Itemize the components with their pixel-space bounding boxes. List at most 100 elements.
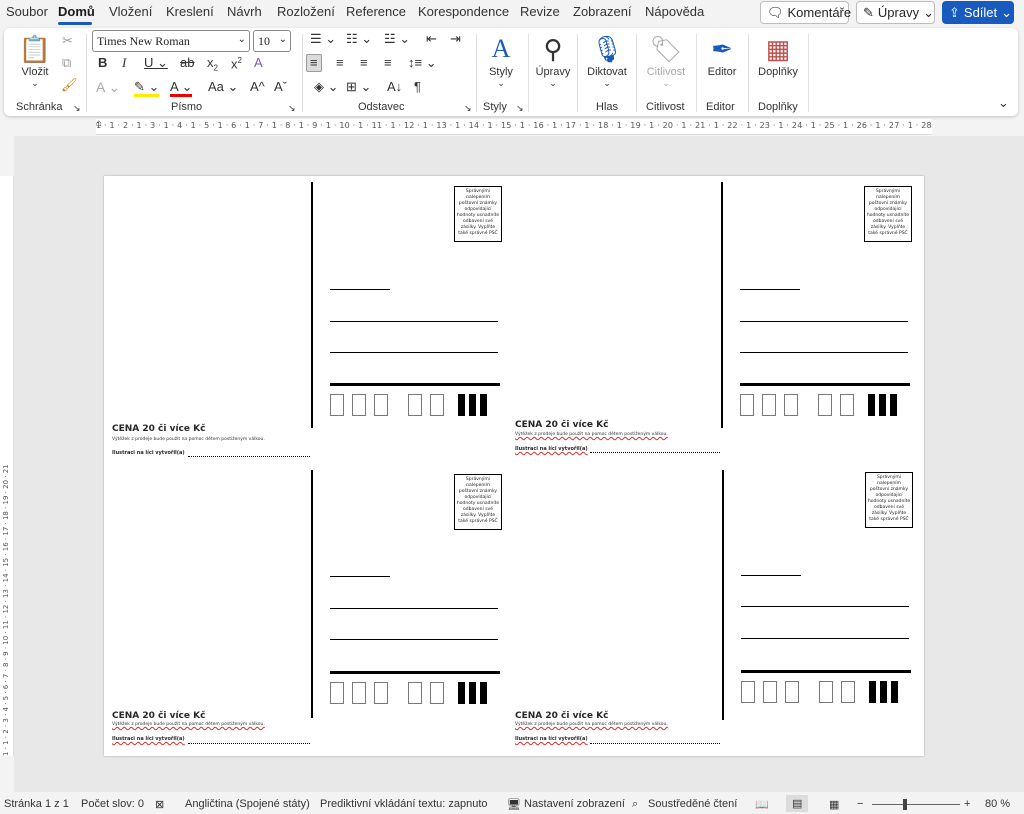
tab-insert[interactable]: Vložení	[109, 4, 152, 19]
tab-mailings[interactable]: Korespondence	[418, 4, 509, 19]
share-button[interactable]: ⇪ Sdílet ⌄	[942, 1, 1014, 24]
shading-icon[interactable]: ◈ ⌄	[314, 80, 339, 94]
tab-view[interactable]: Zobrazení	[573, 4, 632, 19]
tab-review[interactable]: Revize	[520, 4, 560, 19]
share-icon: ⇪	[949, 4, 960, 20]
editor-button[interactable]: ✒ Editor	[704, 34, 740, 78]
dialog-launcher-icon[interactable]: ↘	[516, 101, 524, 115]
postcode-box	[762, 394, 776, 416]
dialog-launcher-icon[interactable]: ↘	[464, 101, 472, 115]
focus-icon[interactable]: ⌕	[632, 798, 638, 811]
postcode-box	[784, 394, 798, 416]
multilevel-list-icon[interactable]: ☳ ⌄	[384, 32, 410, 46]
tab-help[interactable]: Nápověda	[645, 4, 704, 19]
bold-icon[interactable]: B	[98, 56, 107, 70]
horizontal-ruler[interactable]: 1 · 1 · 2 · 1 · 3 · 1 · 4 · 1 · 5 · 1 · …	[96, 119, 932, 135]
borders-icon[interactable]: ⊞ ⌄	[346, 80, 371, 94]
tab-home[interactable]: Domů	[58, 4, 95, 19]
bullets-icon[interactable]: ☰ ⌄	[310, 32, 336, 46]
tab-draw[interactable]: Kreslení	[166, 4, 214, 19]
edits-button[interactable]: ✎ Úpravy ⌄	[856, 1, 935, 24]
addins-grid-icon: ▦	[765, 34, 791, 64]
italic-icon[interactable]: I	[122, 56, 126, 70]
barcode-bar	[458, 682, 465, 704]
barcode-bar	[879, 394, 886, 416]
zoom-level[interactable]: 80 %	[985, 798, 1010, 810]
illustration-credit: Ilustraci na líci vytvořil(a)	[515, 446, 588, 452]
change-case-icon[interactable]: Aa ⌄	[208, 80, 238, 94]
address-line	[330, 608, 498, 609]
indent-marker-icon[interactable]: ⌂	[96, 117, 102, 131]
edit-button[interactable]: ⚲ Úpravy ⌄	[533, 34, 573, 89]
paste-button[interactable]: 📋 Vložit ⌄	[18, 34, 52, 89]
word-count[interactable]: Počet slov: 0	[81, 798, 144, 810]
strikethrough-icon[interactable]: ab	[180, 56, 194, 70]
barcode-bar	[469, 682, 476, 704]
font-color-icon[interactable]: A ⌄	[170, 80, 193, 97]
font-name-combo[interactable]: Times New Roman ⌄	[92, 30, 250, 52]
increase-indent-icon[interactable]: ⇥	[450, 32, 461, 46]
comments-button[interactable]: 🗨 Komentáře	[760, 1, 851, 24]
align-right-icon[interactable]: ≡	[360, 56, 368, 70]
dictate-button[interactable]: 🎙 Diktovat ⌄	[584, 34, 630, 89]
postcard: Správnými nalepením poštovní známky odpo…	[104, 176, 514, 466]
font-size-combo[interactable]: 10 ⌄	[253, 30, 291, 52]
subscript-icon[interactable]: x2	[207, 56, 218, 76]
tab-file[interactable]: Soubor	[6, 4, 48, 19]
tab-references[interactable]: Reference	[346, 4, 406, 19]
predictive-text-status[interactable]: Prediktivní vkládání textu: zapnuto	[320, 798, 488, 810]
read-mode-icon[interactable]: 📖	[755, 798, 769, 811]
postcode-box	[330, 394, 344, 416]
language-indicator[interactable]: Angličtina (Spojené státy)	[185, 798, 310, 810]
grow-font-icon[interactable]: A^	[250, 80, 265, 94]
group-separator	[748, 34, 749, 112]
dialog-launcher-icon[interactable]: ↘	[288, 101, 296, 115]
align-left-icon[interactable]: ≡	[306, 54, 322, 72]
sensitivity-button[interactable]: 🏷 Citlivost ⌄	[642, 34, 690, 89]
barcode-bar	[480, 682, 487, 704]
print-layout-icon[interactable]: ▤	[786, 795, 809, 812]
clear-formatting-icon[interactable]: A	[254, 56, 263, 70]
copy-icon[interactable]: ⧉	[62, 56, 71, 70]
postcode-box	[352, 394, 366, 416]
display-settings-icon[interactable]: 🖥	[507, 798, 521, 811]
page-count[interactable]: Stránka 1 z 1	[4, 798, 69, 810]
underline-icon[interactable]: U ⌄	[144, 56, 168, 70]
highlighter-icon[interactable]: ✎ ⌄	[134, 80, 160, 97]
document-page[interactable]: Správnými nalepením poštovní známky odpo…	[104, 176, 924, 756]
barcode-bar	[868, 394, 875, 416]
postcode-line	[741, 670, 911, 673]
signature-dotted-line	[188, 743, 310, 744]
line-spacing-icon[interactable]: ↕≡ ⌄	[408, 56, 437, 70]
format-painter-icon[interactable]: 🖌	[61, 78, 78, 92]
display-settings-button[interactable]: Nastavení zobrazení	[524, 798, 625, 810]
addins-button[interactable]: ▦ Doplňky	[755, 34, 801, 78]
text-effects-icon[interactable]: A ⌄	[96, 80, 120, 94]
superscript-icon[interactable]: x2	[231, 54, 242, 71]
numbering-icon[interactable]: ☷ ⌄	[346, 32, 372, 46]
group-separator	[86, 34, 87, 112]
collapse-ribbon-icon[interactable]: ⌄	[998, 96, 1009, 110]
styles-button[interactable]: A Styly ⌄	[484, 34, 518, 89]
pilcrow-icon[interactable]: ¶	[414, 80, 421, 94]
tab-design[interactable]: Návrh	[227, 4, 262, 19]
dialog-launcher-icon[interactable]: ↘	[73, 101, 81, 115]
proofing-icon[interactable]: ⊠	[155, 798, 164, 811]
styles-icon: A	[491, 34, 511, 63]
decrease-indent-icon[interactable]: ⇤	[426, 32, 437, 46]
zoom-slider[interactable]	[872, 804, 960, 805]
sort-icon[interactable]: A↓	[387, 80, 402, 94]
align-center-icon[interactable]: ≡	[336, 56, 344, 70]
zoom-slider-thumb[interactable]	[903, 799, 907, 810]
web-layout-icon[interactable]: ▦	[829, 798, 839, 811]
cut-icon[interactable]: ✂	[62, 34, 73, 48]
focus-button[interactable]: Soustředěné čtení	[648, 798, 737, 810]
shrink-font-icon[interactable]: Aˇ	[274, 80, 287, 94]
zoom-out-icon[interactable]: −	[857, 798, 863, 810]
zoom-in-icon[interactable]: +	[964, 798, 970, 810]
price-text: CENA 20 či více Kč	[515, 420, 609, 430]
vertical-ruler[interactable]: 1 · 1 · 2 · 3 · 4 · 5 · 6 · 7 · 8 · 9 · …	[0, 176, 14, 756]
tab-layout[interactable]: Rozložení	[277, 4, 335, 19]
comment-icon: 🗨	[767, 4, 784, 20]
justify-icon[interactable]: ≡	[384, 56, 392, 70]
